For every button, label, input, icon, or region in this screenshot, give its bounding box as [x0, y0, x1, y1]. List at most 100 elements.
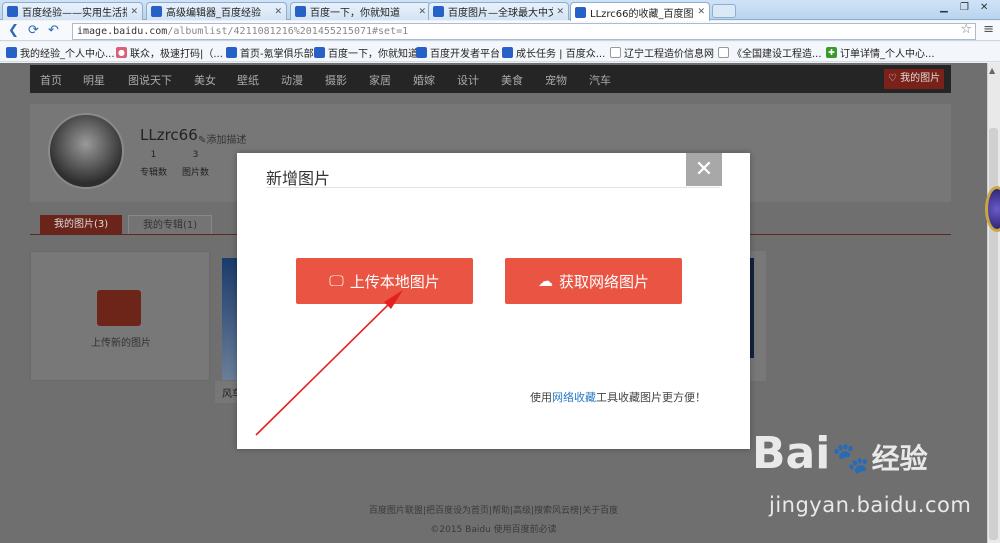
baidu-jingyan-watermark: Bai🐾经验 jingyan.baidu.com — [752, 432, 971, 518]
page-icon — [610, 47, 621, 58]
browser-tab[interactable]: 🐾 百度经验——实用生活指 ✕ — [2, 2, 143, 20]
bookmark-label: 《全国建设工程造... — [732, 49, 822, 60]
url-path: /albumlist/4211081216%201455215071#set=1 — [167, 26, 409, 37]
close-icon[interactable]: ✕ — [130, 7, 138, 17]
tab-title: 百度图片—全球最大中文 — [448, 8, 554, 19]
bookmark-label: 我的经验_个人中心... — [20, 49, 115, 60]
nav-item[interactable]: 明星 — [83, 72, 105, 88]
close-icon[interactable]: ✕ — [697, 7, 705, 17]
stat-label: 图片数 — [182, 168, 210, 178]
tab-my-albums[interactable]: 我的专辑(1) — [128, 215, 213, 235]
web-favorite-link[interactable]: 网络收藏 — [552, 391, 596, 404]
bookmark-label: 成长任务 | 百度众... — [516, 49, 606, 60]
browser-tab-active[interactable]: 🐾 LLzrc66的收藏_百度图片 ✕ — [570, 2, 710, 21]
bookmark-item[interactable]: 🐾 百度开发者平台 — [416, 45, 500, 60]
upload-local-label: 上传本地图片 — [349, 272, 440, 291]
browser-tab[interactable]: 🐾 百度图片—全球最大中文 ✕ — [428, 2, 569, 20]
plus-icon: ✚ — [826, 47, 837, 58]
nav-item[interactable]: 动漫 — [281, 72, 303, 88]
browser-tab[interactable]: 🐾 百度一下，你就知道 ✕ — [290, 2, 431, 20]
nav-item[interactable]: 设计 — [457, 72, 479, 88]
new-tab-button[interactable] — [712, 4, 736, 18]
undo-icon[interactable]: ↶ — [48, 23, 59, 39]
star-icon[interactable]: ☆ — [960, 22, 972, 37]
bookmark-item[interactable]: 🐾 我的经验_个人中心... — [6, 45, 115, 60]
stat-label: 专辑数 — [140, 168, 168, 178]
close-icon[interactable]: ✕ — [418, 7, 426, 17]
upload-new-card[interactable]: 上传新的图片 — [30, 251, 210, 381]
address-bar[interactable]: image.baidu.com/albumlist/4211081216%201… — [72, 23, 976, 40]
browser-tab[interactable]: 🐾 高级编辑器_百度经验 ✕ — [146, 2, 287, 20]
close-button[interactable]: ✕ — [686, 153, 722, 186]
bookmark-label: 联众，极速打码|（... — [130, 49, 223, 60]
upload-local-button[interactable]: 🖵 上传本地图片 — [296, 258, 473, 304]
window-close-icon[interactable]: ✕ — [980, 2, 988, 13]
footer-copyright: ©2015 Baidu 使用百度前必读 — [430, 525, 557, 535]
nav-item[interactable]: 图说天下 — [128, 72, 172, 88]
watermark-site: jingyan.baidu.com — [769, 493, 972, 517]
bookmark-item[interactable]: 辽宁工程造价信息网 — [610, 45, 714, 60]
upload-image-icon — [97, 290, 141, 326]
album-count: 1 专辑数 — [140, 150, 167, 178]
get-web-button[interactable]: ☁ 获取网络图片 — [505, 258, 682, 304]
dialog-divider — [266, 187, 720, 188]
bookmark-item[interactable]: 🐾 成长任务 | 百度众... — [502, 45, 605, 60]
tab-title: 高级编辑器_百度经验 — [166, 8, 261, 19]
bookmark-label: 辽宁工程造价信息网 — [624, 49, 714, 60]
tab-title: LLzrc66的收藏_百度图片 — [590, 8, 695, 20]
nav-item[interactable]: 美女 — [194, 72, 216, 88]
heart-icon: ♡ — [887, 73, 897, 84]
nav-item[interactable]: 首页 — [40, 72, 62, 88]
tab-my-pictures[interactable]: 我的图片(3) — [40, 215, 123, 235]
nav-item[interactable]: 壁纸 — [237, 72, 259, 88]
paw-icon: 🐾 — [6, 47, 17, 58]
close-icon[interactable]: ✕ — [556, 7, 564, 17]
paw-icon: 🐾 — [226, 47, 237, 58]
nav-item[interactable]: 家居 — [369, 72, 391, 88]
stat-value: 1 — [150, 150, 157, 160]
watermark-brand2: 经验 — [871, 442, 928, 475]
my-pictures-label: 我的图片 — [900, 73, 941, 84]
bookmarks-bar: 🐾 我的经验_个人中心... ● 联众，极速打码|（... 🐾 首页-氪掌俱乐部 🐾 百… — [0, 42, 1000, 62]
nav-item[interactable]: 美食 — [501, 72, 523, 88]
tab-title: 百度经验——实用生活指 — [22, 8, 128, 19]
browser-tab-bar: 🐾 百度经验——实用生活指 ✕ 🐾 高级编辑器_百度经验 ✕ 🐾 百度一下，你就… — [0, 0, 1000, 21]
close-icon[interactable]: ✕ — [274, 7, 282, 17]
minimize-icon[interactable]: ▁ — [940, 2, 948, 13]
watermark-brand: Bai — [752, 428, 831, 479]
menu-icon[interactable]: ≡ — [983, 22, 994, 37]
bookmark-item[interactable]: 🐾 首页-氪掌俱乐部 — [226, 45, 314, 60]
bookmark-item[interactable]: ● 联众，极速打码|（... — [116, 45, 223, 60]
browser-toolbar: ❮ ⟳ ↶ image.baidu.com/albumlist/42110812… — [0, 21, 1000, 41]
upload-new-label: 上传新的图片 — [91, 338, 151, 349]
stat-value: 3 — [192, 150, 199, 160]
add-description-link[interactable]: ✎添加描述 — [198, 131, 246, 146]
add-description-label: 添加描述 — [206, 135, 247, 146]
scroll-up-icon[interactable]: ▲ — [989, 66, 995, 75]
tab-title: 百度一下，你就知道 — [310, 8, 400, 19]
paw-icon: 🐾 — [832, 441, 870, 476]
bookmark-item[interactable]: ✚ 订单详情_个人中心... — [826, 45, 935, 60]
my-pictures-button[interactable]: ♡ 我的图片 — [884, 69, 944, 89]
paw-icon: 🐾 — [502, 47, 513, 58]
bookmark-label: 百度开发者平台 — [430, 49, 500, 60]
paw-icon: 🐾 — [151, 6, 162, 17]
bookmark-item[interactable]: 《全国建设工程造... — [718, 45, 822, 60]
get-web-label: 获取网络图片 — [558, 272, 649, 291]
username: LLzrc66 — [140, 126, 198, 144]
nav-item[interactable]: 汽车 — [589, 72, 611, 88]
bookmark-item[interactable]: 🐾 百度一下，你就知道 — [314, 45, 418, 60]
refresh-icon[interactable]: ⟳ — [28, 23, 39, 39]
bookmark-label: 订单详情_个人中心... — [840, 49, 935, 60]
tip-suffix: 工具收藏图片更方便！ — [596, 391, 706, 404]
avatar[interactable] — [48, 113, 124, 189]
picture-count: 3 图片数 — [182, 150, 209, 178]
nav-item[interactable]: 摄影 — [325, 72, 347, 88]
paw-icon: 🐾 — [416, 47, 427, 58]
nav-item[interactable]: 宠物 — [545, 72, 567, 88]
close-icon: ✕ — [694, 157, 714, 182]
nav-item[interactable]: 婚嫁 — [413, 72, 435, 88]
restore-icon[interactable]: ❐ — [960, 2, 969, 13]
paw-icon: 🐾 — [575, 6, 586, 18]
back-icon[interactable]: ❮ — [8, 23, 19, 39]
